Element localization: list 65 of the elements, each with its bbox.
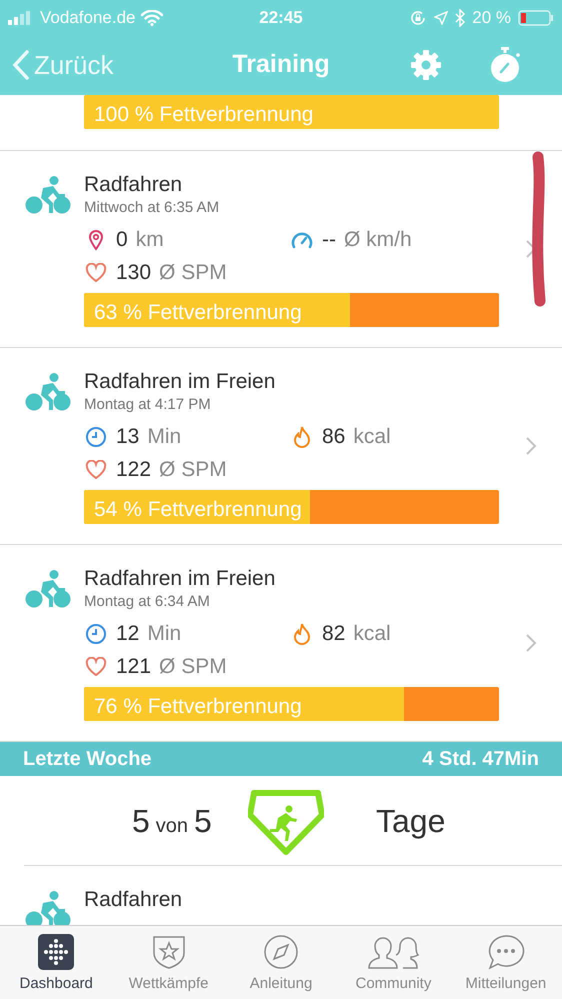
workout-date: Montag at 6:34 AM <box>84 593 211 611</box>
dots-logo-icon <box>38 934 74 970</box>
cycling-icon <box>25 373 71 411</box>
gauge-icon <box>290 230 314 250</box>
bar-label: 76 % Fettverbrennung <box>94 694 302 720</box>
star-shield-icon <box>150 934 187 970</box>
bar-label: 54 % Fettverbrennung <box>94 497 302 523</box>
cycling-icon <box>25 570 71 608</box>
stopwatch-icon[interactable] <box>488 47 522 83</box>
tab-button[interactable]: Mitteilungen <box>450 926 562 999</box>
stat-value: 130 <box>116 260 152 286</box>
workout-date: Mittwoch at 6:35 AM <box>84 199 220 217</box>
workout-date: Montag at 4:17 PM <box>84 396 212 414</box>
heart-icon <box>84 460 108 480</box>
stat-value: 122 <box>116 456 152 483</box>
clock-icon <box>84 622 108 644</box>
tab-button[interactable]: Community <box>337 926 450 999</box>
days-goal: 5 <box>194 802 212 840</box>
stat-value: 0 <box>116 226 128 253</box>
stat-value: 86 <box>322 424 346 450</box>
stat-value: 121 <box>116 654 152 680</box>
stat-unit: kcal <box>353 620 391 647</box>
screen-title: Training <box>231 49 331 80</box>
rotation-lock-icon <box>409 8 428 26</box>
bluetooth-icon <box>455 8 466 26</box>
workout-title: Radfahren <box>84 172 184 198</box>
section-total: 4 Std. 47Min <box>422 747 539 772</box>
bar-label: 100 % Fettverbrennung <box>94 102 314 128</box>
stat-unit: Ø km/h <box>344 226 412 253</box>
chevron-left-icon <box>12 50 30 80</box>
compass-icon <box>263 934 300 970</box>
section-title: Letzte Woche <box>23 747 152 772</box>
location-icon <box>434 10 448 24</box>
battery-icon <box>518 10 554 26</box>
stat-value: 13 <box>116 424 140 450</box>
speech-bubble-icon <box>486 934 525 970</box>
stat-unit: Ø SPM <box>159 456 227 483</box>
heart-icon <box>84 262 108 282</box>
stat-value: 12 <box>116 620 140 647</box>
tab-button[interactable]: Wettkämpfe <box>112 926 225 999</box>
clock-time: 22:45 <box>258 6 304 29</box>
bar-label: 63 % Fettverbrennung <box>94 300 302 326</box>
tab-button[interactable]: Dashboard <box>0 926 112 999</box>
stat-value: -- <box>322 226 336 253</box>
days-label: Tage <box>376 802 446 841</box>
workout-title: Radfahren im Freien <box>84 566 276 592</box>
stat-unit: Min <box>147 620 182 647</box>
settings-icon[interactable] <box>410 49 442 81</box>
days-count: 5 <box>132 802 150 840</box>
tab-button[interactable]: Anleitung <box>224 926 338 999</box>
heart-icon <box>84 656 108 676</box>
stat-unit: Min <box>147 424 182 450</box>
workout-title: Radfahren im Freien <box>84 369 276 395</box>
stat-unit: km <box>136 226 164 253</box>
stat-value: 82 <box>322 620 346 647</box>
stat-unit: Ø SPM <box>159 260 227 286</box>
stat-unit: Ø SPM <box>159 654 227 680</box>
carrier-name: Vodafone.de <box>40 6 136 29</box>
battery-percent: 20 % <box>472 6 511 29</box>
wifi-icon <box>141 10 164 26</box>
stat-unit: kcal <box>353 424 391 450</box>
workout-title: Radfahren <box>84 887 182 913</box>
days-separator: von <box>156 814 188 838</box>
clock-icon <box>84 426 108 448</box>
cycling-icon <box>25 176 71 214</box>
